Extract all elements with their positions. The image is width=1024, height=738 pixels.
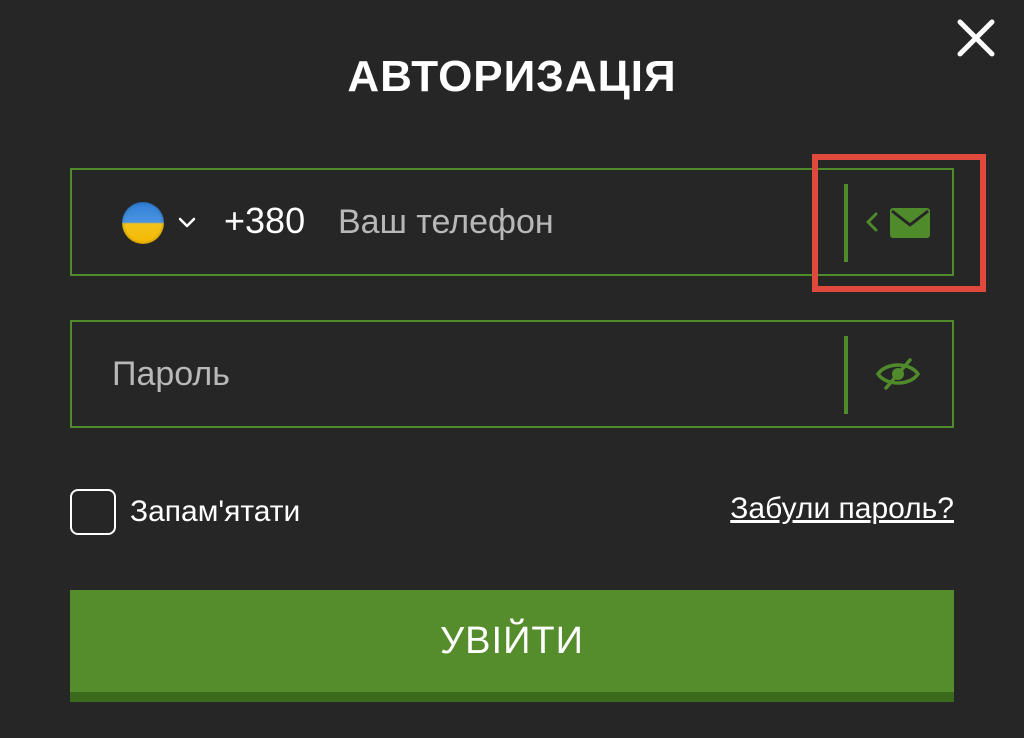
remember-me[interactable]: Запам'ятати (70, 488, 300, 536)
ukraine-flag-icon[interactable] (122, 202, 164, 244)
phone-field-divider (844, 184, 848, 262)
phone-field: +380 (70, 168, 954, 276)
forgot-password-link[interactable]: Забули пароль? (730, 492, 954, 526)
eye-slash-icon (875, 358, 921, 390)
remember-label: Запам'ятати (130, 495, 301, 528)
password-field (70, 320, 954, 428)
switch-to-email-button[interactable] (862, 202, 934, 242)
chevron-down-icon[interactable] (176, 212, 198, 234)
login-button[interactable]: УВІЙТИ (70, 590, 954, 702)
password-input[interactable] (112, 350, 812, 398)
login-dialog: АВТОРИЗАЦІЯ +380 Запа (0, 0, 1024, 738)
phone-prefix: +380 (224, 200, 306, 241)
toggle-password-visibility-button[interactable] (875, 356, 921, 392)
page-title: АВТОРИЗАЦІЯ (347, 52, 677, 101)
envelope-icon (866, 208, 930, 238)
remember-checkbox[interactable] (70, 489, 116, 535)
phone-input[interactable] (338, 198, 818, 246)
password-field-divider (844, 336, 848, 414)
